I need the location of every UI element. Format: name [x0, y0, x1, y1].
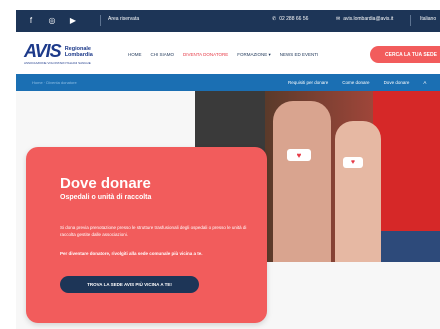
facebook-icon[interactable]: f — [26, 15, 36, 25]
nav-diventa-donatore[interactable]: DIVENTA DONATORE — [183, 52, 228, 58]
hero-subtitle: Ospedali o unità di raccolta — [60, 194, 152, 201]
subnav-dove-donare[interactable]: Dove donare — [384, 80, 410, 85]
divider — [100, 15, 101, 26]
trova-sede-button[interactable]: TROVA LA SEDE AVIS PIÙ VICINA A TE! — [60, 276, 199, 293]
logo-region: Regionale Lombardia — [65, 46, 93, 58]
avis-logo[interactable]: AVIS Regionale Lombardia ASSOCIAZIONE VO… — [24, 41, 93, 65]
top-bar: f ◎ ▶ Area riservata ✆ 02 288 66 56 ✉ av… — [16, 10, 440, 32]
sub-nav-links: Requisiti per donare Come donare Dove do… — [288, 80, 426, 85]
phone-link[interactable]: ✆ 02 288 66 56 — [272, 16, 308, 22]
page-left-margin — [0, 0, 16, 329]
nav-news-eventi[interactable]: NEWS ED EVENTI — [280, 52, 319, 58]
cerca-sede-button[interactable]: CERCA LA TUA SEDE — [370, 46, 440, 63]
breadcrumb[interactable]: Home · Diventa donatore — [32, 80, 77, 85]
logo-mark: AVIS — [24, 41, 62, 61]
logo-tagline: ASSOCIAZIONE VOLONTARI ITALIANI SANGUE — [24, 61, 91, 65]
main-nav: HOME CHI SIAMO DIVENTA DONATORE FORMAZIO… — [128, 52, 318, 58]
email-address: avis.lombardia@avis.it — [343, 16, 394, 22]
youtube-icon[interactable]: ▶ — [68, 15, 78, 25]
photo-arm-right — [335, 121, 381, 262]
area-riservata-link[interactable]: Area riservata — [108, 16, 139, 22]
divider — [410, 15, 411, 26]
subnav-more[interactable]: A — [423, 80, 426, 85]
heart-bandage-icon: ♥ — [343, 157, 363, 168]
heart-bandage-icon: ♥ — [287, 149, 311, 161]
nav-chi-siamo[interactable]: CHI SIAMO — [151, 52, 175, 58]
phone-icon: ✆ — [272, 16, 277, 22]
language-selector[interactable]: Italiano — [420, 16, 436, 22]
instagram-icon[interactable]: ◎ — [47, 15, 57, 25]
subnav-requisiti[interactable]: Requisiti per donare — [288, 80, 328, 85]
hero-bold-text: Per diventare donatore, rivolgiti alla s… — [60, 251, 203, 256]
hero-card: Dove donare Ospedali o unità di raccolta… — [26, 147, 267, 323]
social-icons: f ◎ ▶ — [26, 15, 78, 25]
hero-title: Dove donare — [60, 175, 151, 192]
nav-formazione[interactable]: FORMAZIONE ▾ — [237, 52, 271, 58]
phone-number: 02 288 66 56 — [279, 16, 309, 22]
hero-description: Si dona previa prenotazione presso le st… — [60, 225, 247, 237]
mail-icon: ✉ — [336, 16, 341, 22]
subnav-come-donare[interactable]: Come donare — [342, 80, 369, 85]
sub-nav: Home · Diventa donatore Requisiti per do… — [16, 74, 440, 91]
site-header: AVIS Regionale Lombardia ASSOCIAZIONE VO… — [16, 32, 440, 74]
email-link[interactable]: ✉ avis.lombardia@avis.it — [336, 16, 393, 22]
photo-jeans — [373, 231, 440, 262]
region-line2: Lombardia — [64, 51, 93, 58]
nav-home[interactable]: HOME — [128, 52, 142, 58]
photo-arm-left — [273, 101, 331, 262]
